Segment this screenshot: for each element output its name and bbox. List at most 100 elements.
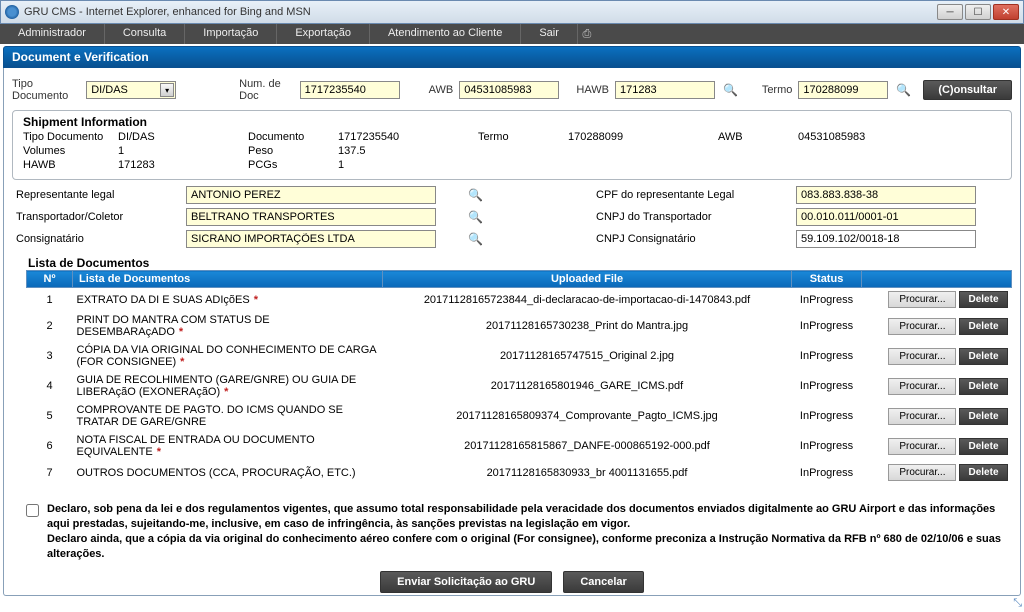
search-icon[interactable]: 🔍 <box>468 210 483 224</box>
cpf-input[interactable] <box>796 186 976 204</box>
required-asterisk: * <box>254 294 258 306</box>
lista-documentos-title: Lista de Documentos <box>28 256 1012 270</box>
awb-input[interactable] <box>459 81 559 99</box>
ship-peso-lbl: Peso <box>248 145 338 157</box>
status-cell: InProgress <box>792 288 862 312</box>
col-status: Status <box>792 271 862 288</box>
uploaded-file: 20171128165730238_Print do Mantra.jpg <box>383 311 792 341</box>
menu-atendimento[interactable]: Atendimento ao Cliente <box>370 24 521 44</box>
transportador-input[interactable] <box>186 208 436 226</box>
col-no: Nº <box>27 271 73 288</box>
cnpj-consig-input[interactable] <box>796 230 976 248</box>
tipo-documento-label: Tipo Documento <box>12 78 80 102</box>
num-doc-label: Num. de Doc <box>239 78 294 102</box>
table-row: 4GUIA DE RECOLHIMENTO (GARE/GNRE) OU GUI… <box>27 371 1012 401</box>
col-file: Uploaded File <box>383 271 792 288</box>
ship-volumes-val: 1 <box>118 145 248 157</box>
row-number: 2 <box>27 311 73 341</box>
procurar-button[interactable]: Procurar... <box>888 438 956 455</box>
resize-grip-icon[interactable]: ⤡ <box>1013 597 1022 610</box>
ship-tipodoc-val: DI/DAS <box>118 131 248 143</box>
rep-legal-input[interactable] <box>186 186 436 204</box>
ship-hawb-val: 171283 <box>118 159 248 171</box>
document-name: OUTROS DOCUMENTOS (CCA, PROCURAÇÃO, ETC.… <box>73 461 383 484</box>
cnpj-transp-input[interactable] <box>796 208 976 226</box>
transportador-label: Transportador/Coletor <box>16 211 186 223</box>
ship-awb-val: 04531085983 <box>798 131 928 143</box>
print-icon[interactable]: ⎙ <box>578 24 596 44</box>
consignatario-input[interactable] <box>186 230 436 248</box>
menu-consulta[interactable]: Consulta <box>105 24 185 44</box>
consultar-button[interactable]: (C)onsultar <box>923 80 1012 100</box>
uploaded-file: 20171128165801946_GARE_ICMS.pdf <box>383 371 792 401</box>
delete-button[interactable]: Delete <box>959 291 1007 308</box>
termo-input[interactable] <box>798 81 888 99</box>
row-number: 5 <box>27 401 73 431</box>
document-name: NOTA FISCAL DE ENTRADA OU DOCUMENTO EQUI… <box>73 431 383 461</box>
termo-label: Termo <box>762 84 793 96</box>
consignatario-label: Consignatário <box>16 233 186 245</box>
declaration-checkbox[interactable] <box>26 504 39 517</box>
procurar-button[interactable]: Procurar... <box>888 348 956 365</box>
cpf-label: CPF do representante Legal <box>596 189 796 201</box>
cancelar-button[interactable]: Cancelar <box>563 571 643 593</box>
hawb-input[interactable] <box>615 81 715 99</box>
declaration-text: Declaro, sob pena da lei e dos regulamen… <box>47 502 1002 561</box>
row-number: 3 <box>27 341 73 371</box>
tipo-documento-select[interactable]: DI/DAS <box>86 81 176 99</box>
search-row: Tipo Documento DI/DAS ▾ Num. de Doc AWB … <box>12 74 1012 110</box>
menu-exportacao[interactable]: Exportação <box>277 24 370 44</box>
num-doc-input[interactable] <box>300 81 400 99</box>
menu-administrador[interactable]: Administrador <box>0 24 105 44</box>
table-row: 6NOTA FISCAL DE ENTRADA OU DOCUMENTO EQU… <box>27 431 1012 461</box>
delete-button[interactable]: Delete <box>959 438 1007 455</box>
rep-legal-label: Representante legal <box>16 189 186 201</box>
menu-bar: Administrador Consulta Importação Export… <box>0 24 1024 44</box>
table-row: 2PRINT DO MANTRA COM STATUS DE DESEMBARA… <box>27 311 1012 341</box>
awb-label: AWB <box>429 84 454 96</box>
search-icon[interactable]: 🔍 <box>468 232 483 246</box>
window-close-button[interactable]: ✕ <box>993 4 1019 20</box>
cnpj-consig-label: CNPJ Consignatário <box>596 233 796 245</box>
procurar-button[interactable]: Procurar... <box>888 291 956 308</box>
menu-sair[interactable]: Sair <box>521 24 578 44</box>
procurar-button[interactable]: Procurar... <box>888 378 956 395</box>
required-asterisk: * <box>179 326 183 338</box>
delete-button[interactable]: Delete <box>959 348 1007 365</box>
search-icon[interactable]: 🔍 <box>468 188 483 202</box>
documents-table: Nº Lista de Documentos Uploaded File Sta… <box>26 270 1012 484</box>
main-panel: Tipo Documento DI/DAS ▾ Num. de Doc AWB … <box>3 68 1021 596</box>
document-name: CÓPIA DA VIA ORIGINAL DO CONHECIMENTO DE… <box>73 341 383 371</box>
uploaded-file: 20171128165723844_di-declaracao-de-impor… <box>383 288 792 312</box>
enviar-button[interactable]: Enviar Solicitação ao GRU <box>380 571 552 593</box>
bottom-buttons: Enviar Solicitação ao GRU Cancelar <box>12 571 1012 593</box>
document-name: GUIA DE RECOLHIMENTO (GARE/GNRE) OU GUIA… <box>73 371 383 401</box>
delete-button[interactable]: Delete <box>959 408 1007 425</box>
status-cell: InProgress <box>792 401 862 431</box>
procurar-button[interactable]: Procurar... <box>888 318 956 335</box>
row-number: 1 <box>27 288 73 312</box>
representatives-grid: Representante legal 🔍 CPF do representan… <box>16 186 1012 248</box>
procurar-button[interactable]: Procurar... <box>888 408 956 425</box>
ship-pcgs-val: 1 <box>338 159 478 171</box>
declaration-box: Declaro, sob pena da lei e dos regulamen… <box>26 502 1002 561</box>
menu-importacao[interactable]: Importação <box>185 24 277 44</box>
delete-button[interactable]: Delete <box>959 378 1007 395</box>
window-maximize-button[interactable]: ☐ <box>965 4 991 20</box>
status-cell: InProgress <box>792 431 862 461</box>
status-cell: InProgress <box>792 371 862 401</box>
procurar-button[interactable]: Procurar... <box>888 464 956 481</box>
required-asterisk: * <box>224 386 228 398</box>
ship-pcgs-lbl: PCGs <box>248 159 338 171</box>
shipment-title: Shipment Information <box>23 115 1001 129</box>
window-minimize-button[interactable]: ─ <box>937 4 963 20</box>
uploaded-file: 20171128165830933_br 4001131655.pdf <box>383 461 792 484</box>
row-number: 6 <box>27 431 73 461</box>
uploaded-file: 20171128165815867_DANFE-000865192-000.pd… <box>383 431 792 461</box>
delete-button[interactable]: Delete <box>959 318 1007 335</box>
search-icon[interactable]: 🔍 <box>896 83 911 97</box>
col-lista: Lista de Documentos <box>73 271 383 288</box>
search-icon[interactable]: 🔍 <box>723 83 738 97</box>
delete-button[interactable]: Delete <box>959 464 1007 481</box>
app-icon <box>5 5 19 19</box>
